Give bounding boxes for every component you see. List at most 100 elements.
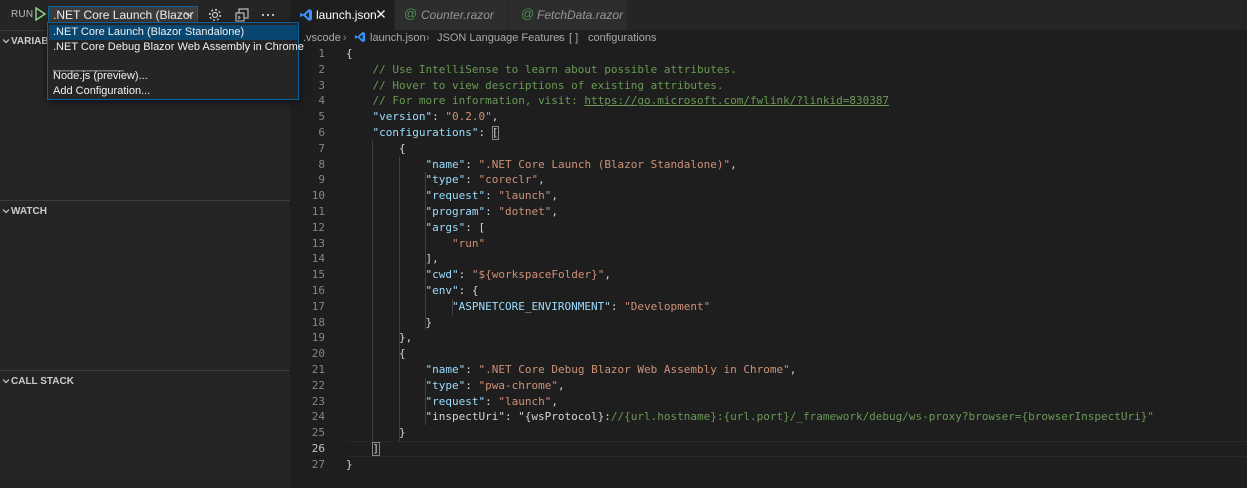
code-text: "cwd": "${workspaceFolder}", [425,268,611,282]
code-line: 13 "run" [290,236,1247,252]
code-line: 5 "version": "0.2.0", [290,109,1247,125]
line-number: 11 [311,205,325,218]
code-text: "env": { [425,284,479,297]
code-text: "request": "launch", [425,189,558,203]
debug-console-icon[interactable] [234,7,250,23]
line-number: 17 [311,299,325,313]
line-number: 25 [311,426,325,440]
dropdown-item-add-configuration[interactable]: Add Configuration... [49,84,297,99]
vscode-file-icon [300,9,312,21]
code-text: }, [346,331,413,345]
code-line: 17 "ASPNETCORE_ENVIRONMENT": "Developmen… [290,299,1247,315]
code-text: { [346,347,406,361]
line-number: 16 [311,284,325,297]
line-number: 6 [318,126,325,139]
launch-config-dropdown: .NET Core Launch (Blazor Standalone) .NE… [47,22,304,100]
bracket-match-highlight [372,442,381,456]
start-debugging-icon[interactable] [34,7,46,21]
code-text: "name": ".NET Core Debug Blazor Web Asse… [425,363,797,376]
code-text: } [346,457,353,471]
code-line: 19 }, [290,330,1247,346]
chevron-right-icon: › [343,32,347,44]
run-label: RUN [11,9,34,20]
line-number: 26 [311,442,325,455]
code-line: 2 // Use IntelliSense to learn about pos… [290,62,1247,78]
line-number: 15 [311,268,325,282]
line-number: 7 [318,141,325,155]
code-line: 22 "type": "pwa-chrome", [290,378,1247,394]
code-text: "inspectUri": "{wsProtocol}://{url.hostn… [346,410,1154,424]
code-text: ], [346,252,439,266]
section-label: CALL STACK [11,376,74,387]
breadcrumb-folder[interactable]: .vscode [303,32,341,44]
code-line: 3 // Hover to view descriptions of exist… [290,78,1247,94]
code-line: 20 { [290,346,1247,362]
code-line: 8 "name": ".NET Core Launch (Blazor Stan… [290,157,1247,173]
line-number: 14 [311,252,325,266]
code-text: "request": "launch", [425,394,558,408]
code-line: 6 "configurations": [ [290,125,1247,141]
code-text: { [346,47,353,60]
tab-label: launch.json [316,8,377,22]
launch-config-value: .NET Core Launch (Blazor S [53,8,198,22]
code-text: // Hover to view descriptions of existin… [372,78,724,92]
watch-section-header[interactable]: WATCH [0,200,290,222]
tab-fetchdata-razor[interactable]: @ FetchData.razor [509,0,627,30]
line-number: 22 [311,378,325,392]
gear-icon[interactable] [207,7,223,23]
chevron-down-icon [2,209,10,214]
chevron-right-icon: › [426,32,430,44]
code-line: 27} [290,457,1247,473]
breadcrumb-section[interactable]: JSON Language Features [437,32,565,44]
tab-counter-razor[interactable]: @ Counter.razor [395,0,508,30]
code-line: 21 "name": ".NET Core Debug Blazor Web A… [290,362,1247,378]
editor: launch.json @ Counter.razor @ FetchData.… [290,0,1247,488]
launch-config-select[interactable]: .NET Core Launch (Blazor S [48,6,198,23]
line-number: 4 [318,94,325,108]
code-line: 15 "cwd": "${workspaceFolder}", [290,267,1247,283]
breadcrumb-file[interactable]: launch.json [370,32,426,44]
vscode-file-icon [354,31,366,43]
code-line: 23 "request": "launch", [290,394,1247,410]
code-text: "args": [ [425,220,486,234]
more-actions-icon[interactable] [260,7,276,23]
code-text: "run" [451,236,486,250]
code-text: "configurations": [ [372,126,499,139]
code-text: "type": "coreclr", [425,173,545,187]
code-line: 10 "request": "launch", [290,188,1247,204]
call-stack-section-header[interactable]: CALL STACK [0,370,290,392]
at-sign-icon: @ [521,6,535,21]
tab-bar: launch.json @ Counter.razor @ FetchData.… [290,0,1247,30]
code-text: "program": "dotnet", [425,205,558,218]
code-line: 26 ] [290,441,1247,457]
code-line: 25 } [290,425,1247,441]
line-number: 5 [318,110,325,124]
tab-label: FetchData.razor [537,8,624,22]
close-icon[interactable] [376,9,386,19]
dropdown-item-blazor-standalone[interactable]: .NET Core Launch (Blazor Standalone) [49,25,297,40]
code-text: "ASPNETCORE_ENVIRONMENT": "Development" [451,299,711,313]
line-number: 9 [318,173,325,187]
code-text: "version": "0.2.0", [372,110,499,124]
line-number: 12 [311,220,325,234]
dropdown-item-blazor-chrome[interactable]: .NET Core Debug Blazor Web Assembly in C… [49,40,304,55]
breadcrumb-symbol[interactable]: configurations [588,32,657,44]
line-number: 20 [311,347,325,361]
code-text: } [346,315,433,329]
tab-launch-json[interactable]: launch.json [290,0,394,30]
line-number: 13 [311,236,325,250]
tab-label: Counter.razor [421,8,494,22]
code-line: 24 "inspectUri": "{wsProtocol}://{url.ho… [290,409,1247,425]
line-number: 19 [311,331,325,345]
code-line: 4 // For more information, visit: https:… [290,93,1247,109]
bracket-match-highlight [491,126,500,140]
line-number: 18 [311,315,325,329]
line-number: 2 [318,62,325,76]
code-text: // Use IntelliSense to learn about possi… [372,62,737,76]
dropdown-item-nodejs[interactable]: Node.js (preview)... [49,69,297,84]
code-text: } [346,426,406,440]
line-number: 24 [311,410,325,424]
code-text: { [346,141,406,155]
line-number: 3 [318,78,325,92]
code-line: 11 "program": "dotnet", [290,204,1247,220]
